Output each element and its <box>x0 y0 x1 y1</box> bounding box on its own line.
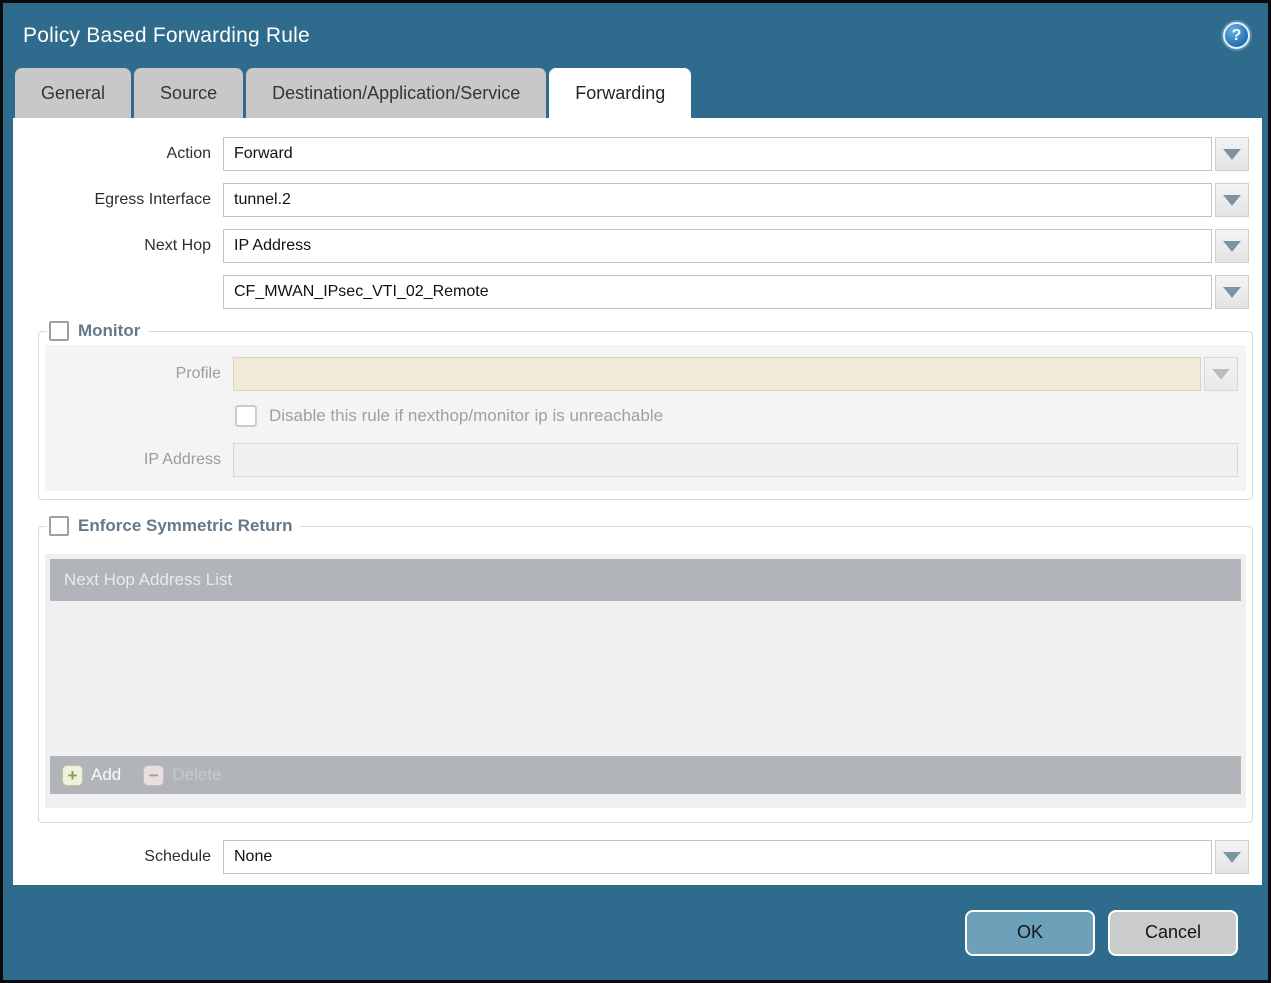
monitor-ip-address-row: IP Address <box>45 443 1246 477</box>
next-hop-type-dropdown-button[interactable] <box>1215 229 1249 263</box>
add-button[interactable]: + Add <box>62 765 121 786</box>
profile-dropdown-button <box>1204 357 1238 391</box>
next-hop-address-field[interactable]: CF_MWAN_IPsec_VTI_02_Remote <box>223 275 1212 309</box>
dialog-title: Policy Based Forwarding Rule <box>23 24 310 48</box>
chevron-down-icon <box>1223 287 1241 298</box>
chevron-down-icon <box>1212 369 1230 380</box>
schedule-label: Schedule <box>13 848 223 866</box>
disable-rule-row: Disable this rule if nexthop/monitor ip … <box>235 405 1246 427</box>
egress-interface-dropdown-button[interactable] <box>1215 183 1249 217</box>
tab-destination-application-service[interactable]: Destination/Application/Service <box>246 68 546 118</box>
cancel-button[interactable]: Cancel <box>1108 910 1238 956</box>
tab-general[interactable]: General <box>15 68 131 118</box>
monitor-panel: Profile Disable this rule if nexthop/mon… <box>45 345 1246 491</box>
enforce-symmetric-return-legend: Enforce Symmetric Return <box>47 516 300 536</box>
disable-rule-label: Disable this rule if nexthop/monitor ip … <box>269 406 663 426</box>
next-hop-address-list-panel: Next Hop Address List + Add − Delete <box>45 554 1246 808</box>
help-icon[interactable]: ? <box>1223 22 1250 49</box>
chevron-down-icon <box>1223 852 1241 863</box>
tab-source[interactable]: Source <box>134 68 243 118</box>
next-hop-label: Next Hop <box>13 237 223 255</box>
next-hop-row: Next Hop IP Address <box>13 229 1262 263</box>
profile-field <box>233 357 1201 391</box>
delete-button: − Delete <box>143 765 221 786</box>
chevron-down-icon <box>1223 241 1241 252</box>
profile-label: Profile <box>45 365 233 383</box>
action-field[interactable]: Forward <box>223 137 1212 171</box>
schedule-field[interactable]: None <box>223 840 1212 874</box>
next-hop-address-row: CF_MWAN_IPsec_VTI_02_Remote <box>13 275 1262 309</box>
pbf-rule-dialog: Policy Based Forwarding Rule ? General S… <box>0 0 1271 983</box>
next-hop-type-field[interactable]: IP Address <box>223 229 1212 263</box>
monitor-ip-address-field <box>233 443 1238 477</box>
enforce-symmetric-return-fieldset: Enforce Symmetric Return Next Hop Addres… <box>38 516 1253 823</box>
delete-button-label: Delete <box>172 765 221 785</box>
egress-interface-row: Egress Interface tunnel.2 <box>13 183 1262 217</box>
monitor-legend-label: Monitor <box>78 321 140 341</box>
next-hop-address-dropdown-button[interactable] <box>1215 275 1249 309</box>
egress-interface-field[interactable]: tunnel.2 <box>223 183 1212 217</box>
action-row: Action Forward <box>13 137 1262 171</box>
next-hop-address-list-footer: + Add − Delete <box>50 756 1241 794</box>
titlebar: Policy Based Forwarding Rule ? <box>3 3 1268 68</box>
schedule-dropdown-button[interactable] <box>1215 840 1249 874</box>
monitor-legend: Monitor <box>47 321 148 341</box>
add-button-label: Add <box>91 765 121 785</box>
monitor-ip-address-label: IP Address <box>45 451 233 469</box>
chevron-down-icon <box>1223 195 1241 206</box>
schedule-row: Schedule None <box>13 840 1262 874</box>
enforce-symmetric-return-legend-label: Enforce Symmetric Return <box>78 516 292 536</box>
next-hop-address-list-body[interactable] <box>50 601 1241 756</box>
disable-rule-checkbox <box>235 405 257 427</box>
action-dropdown-button[interactable] <box>1215 137 1249 171</box>
dialog-footer: OK Cancel <box>3 885 1268 980</box>
enforce-symmetric-return-checkbox[interactable] <box>49 516 69 536</box>
tab-content-forwarding: Action Forward Egress Interface tunnel.2… <box>13 118 1262 885</box>
plus-icon: + <box>62 765 83 786</box>
action-label: Action <box>13 145 223 163</box>
next-hop-address-list-header: Next Hop Address List <box>50 559 1241 601</box>
tab-bar: General Source Destination/Application/S… <box>3 68 1268 118</box>
tab-forwarding[interactable]: Forwarding <box>549 68 691 118</box>
monitor-checkbox[interactable] <box>49 321 69 341</box>
monitor-fieldset: Monitor Profile Disable this rule if nex… <box>38 321 1253 500</box>
ok-button[interactable]: OK <box>965 910 1095 956</box>
profile-row: Profile <box>45 357 1246 391</box>
minus-icon: − <box>143 765 164 786</box>
egress-interface-label: Egress Interface <box>13 191 223 209</box>
chevron-down-icon <box>1223 149 1241 160</box>
